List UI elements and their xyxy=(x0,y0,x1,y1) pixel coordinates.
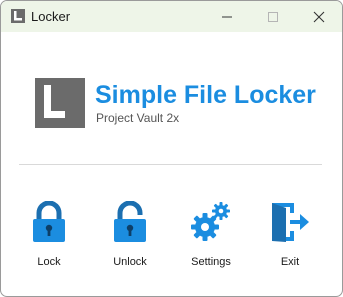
app-title: Simple File Locker xyxy=(95,81,316,109)
app-icon xyxy=(11,9,25,23)
door-exit-icon xyxy=(272,203,309,242)
exit-button[interactable]: Exit xyxy=(255,197,325,273)
settings-label: Settings xyxy=(191,256,231,268)
title-bar[interactable]: Locker xyxy=(1,1,342,32)
divider xyxy=(19,164,322,165)
maximize-button[interactable] xyxy=(250,1,296,32)
settings-button[interactable]: Settings xyxy=(176,197,246,273)
lock-button[interactable]: Lock xyxy=(14,197,84,273)
exit-label: Exit xyxy=(280,256,300,268)
unlock-label: Unlock xyxy=(113,256,147,268)
minimize-icon xyxy=(222,16,232,18)
close-icon xyxy=(313,11,325,23)
app-window: Locker Simple File Locker Project Vault … xyxy=(0,0,343,297)
letter-l-logo xyxy=(35,78,85,128)
window-title: Locker xyxy=(31,9,71,24)
minimize-button[interactable] xyxy=(204,1,250,32)
close-button[interactable] xyxy=(296,1,342,32)
unlock-button[interactable]: Unlock xyxy=(95,197,165,273)
padlock-open-icon xyxy=(114,201,146,242)
padlock-closed-icon xyxy=(33,201,65,242)
maximize-icon xyxy=(268,12,278,22)
app-subtitle: Project Vault 2x xyxy=(96,111,180,125)
lock-label: Lock xyxy=(37,256,61,268)
gears-icon xyxy=(191,202,230,241)
